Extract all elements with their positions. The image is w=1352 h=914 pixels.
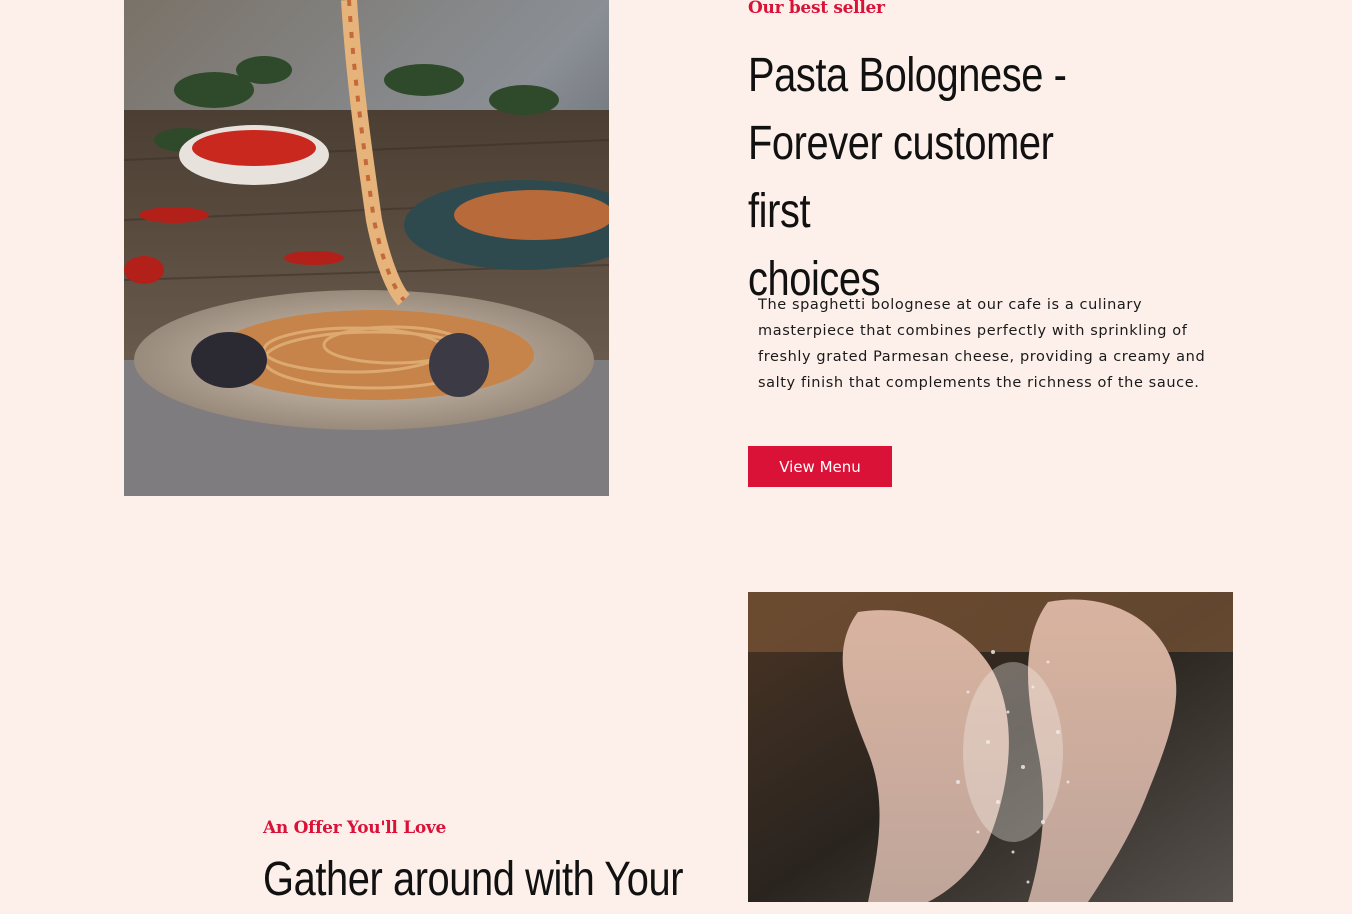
best-seller-headline: Pasta Bolognese - Forever customer first… — [748, 42, 1113, 314]
pasta-photo — [124, 0, 609, 496]
offer-headline: Gather around with Your — [263, 853, 684, 906]
flour-hands-illustration — [748, 592, 1233, 902]
offer-eyebrow: An Offer You'll Love — [263, 818, 446, 838]
view-menu-button[interactable]: View Menu — [748, 446, 892, 487]
flour-hands-photo — [748, 592, 1233, 902]
headline-line-1: Pasta Bolognese - — [748, 49, 1067, 102]
best-seller-eyebrow: Our best seller — [748, 0, 885, 18]
best-seller-description: The spaghetti bolognese at our cafe is a… — [758, 297, 1206, 391]
pasta-illustration — [124, 0, 609, 496]
headline-line-2: Forever customer first — [748, 117, 1054, 238]
